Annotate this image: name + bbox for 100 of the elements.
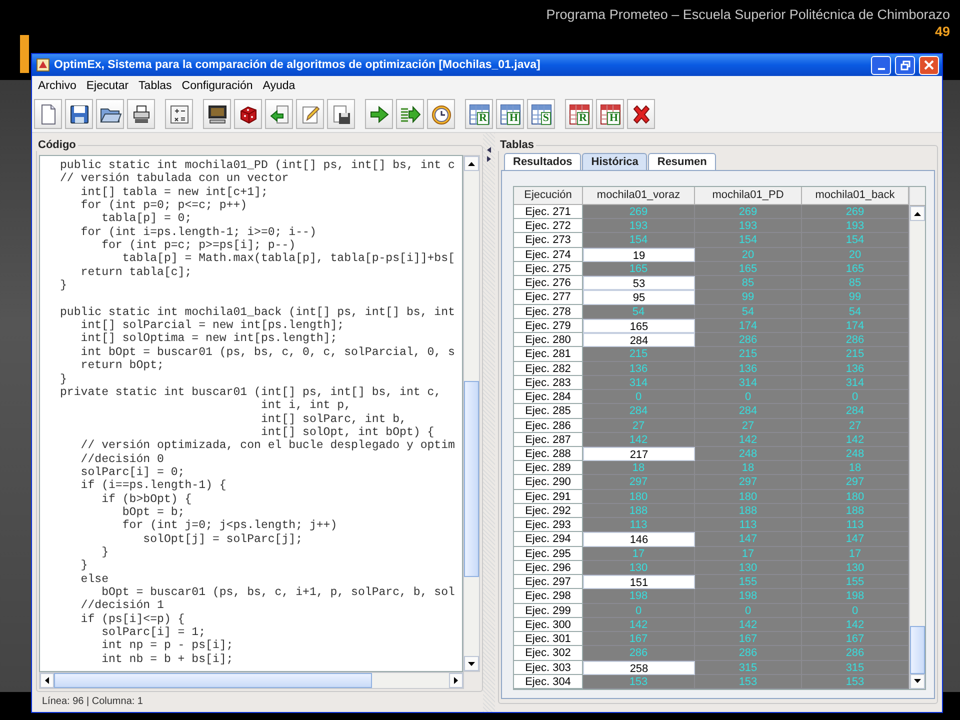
- table-cell: 215: [802, 347, 909, 362]
- toolbar-button[interactable]: [127, 99, 155, 129]
- code-line: else: [80, 572, 109, 586]
- toolbar-button[interactable]: [265, 99, 293, 129]
- code-line: int i, int p,: [260, 399, 352, 413]
- toolbar-button[interactable]: [165, 99, 193, 129]
- row-header: Ejec. 300: [514, 618, 583, 632]
- table-cell: 180: [583, 490, 695, 504]
- toolbar-button[interactable]: [96, 99, 124, 129]
- table-cell: 167: [802, 632, 909, 646]
- table-cell: 113: [583, 518, 695, 532]
- column-header[interactable]: mochila01_back: [802, 187, 909, 205]
- minimize-button[interactable]: [871, 56, 891, 74]
- toolbar-button[interactable]: [203, 99, 231, 129]
- table-cell: 151: [583, 575, 695, 590]
- table-cell: 18: [802, 461, 909, 476]
- restore-icon: [900, 60, 910, 70]
- column-header[interactable]: Ejecución: [514, 187, 583, 205]
- scroll-up-button[interactable]: [910, 206, 925, 221]
- scroll-left-button[interactable]: [40, 673, 54, 688]
- tab[interactable]: Histórica: [582, 153, 648, 170]
- code-line: solParc[i] = 1;: [100, 626, 206, 640]
- table-cell: 180: [802, 490, 909, 504]
- table-cell: 99: [695, 290, 802, 305]
- row-header: Ejec. 291: [514, 490, 583, 504]
- tab[interactable]: Resumen: [648, 153, 716, 170]
- table-cell: 269: [583, 205, 695, 220]
- table-cell: 284: [802, 404, 909, 419]
- code-line: solOpt[j] = solParc[j];: [142, 532, 303, 546]
- toolbar-button[interactable]: [396, 99, 424, 129]
- table-cell: 286: [802, 333, 909, 348]
- toolbar-button[interactable]: [327, 99, 355, 129]
- code-line: for (int p=c; p>=ps[i]; p--): [100, 239, 296, 252]
- toolbar-button[interactable]: R: [565, 99, 593, 129]
- menu-item[interactable]: Ayuda: [258, 80, 302, 92]
- toolbar-button[interactable]: H: [496, 99, 524, 129]
- toolbar-button[interactable]: S: [527, 99, 555, 129]
- document-arrow-icon: [268, 102, 290, 126]
- toolbar-button[interactable]: [234, 99, 262, 129]
- scrollbar[interactable]: [463, 155, 480, 672]
- menu-item[interactable]: Configuración: [178, 80, 259, 92]
- window-title: OptimEx, Sistema para la comparación de algoritmos de optimización [Mochilas_01.java]: [54, 59, 542, 71]
- table-cell: 174: [695, 318, 802, 334]
- menu-item[interactable]: Tablas: [134, 80, 178, 92]
- table-cell: 18: [695, 461, 802, 476]
- code-line: tabla[p] = 0;: [100, 212, 192, 226]
- row-header: Ejec. 301: [514, 632, 583, 646]
- table-cell: 269: [695, 205, 802, 220]
- toolbar-button[interactable]: [65, 99, 93, 129]
- table-cell: 167: [583, 632, 695, 646]
- scroll-down-button[interactable]: [464, 656, 479, 671]
- table-cell: 17: [695, 546, 802, 561]
- arrow-up-icon: [914, 212, 921, 216]
- toolbar-button[interactable]: [365, 99, 393, 129]
- scrollbar-thumb[interactable]: [54, 673, 372, 688]
- row-header: Ejec. 296: [514, 560, 583, 576]
- table-cell: 284: [583, 333, 695, 348]
- row-header: Ejec. 273: [514, 233, 583, 248]
- close-button[interactable]: [919, 56, 939, 74]
- restore-button[interactable]: [895, 56, 915, 74]
- toolbar-button[interactable]: [627, 99, 655, 129]
- row-header: Ejec. 275: [514, 262, 583, 276]
- code-line: //decisión 1: [80, 599, 164, 613]
- toolbar-button[interactable]: H: [596, 99, 624, 129]
- table-cell: 95: [583, 290, 695, 305]
- toolbar-button[interactable]: R: [465, 99, 493, 129]
- menu-item[interactable]: Archivo: [34, 80, 82, 92]
- table-cell: 165: [802, 262, 909, 276]
- scroll-right-button[interactable]: [449, 673, 463, 688]
- code-line: solParc[i] = 0;: [80, 466, 185, 480]
- scrollbar-thumb[interactable]: [910, 626, 925, 674]
- tab[interactable]: Resultados: [504, 153, 582, 170]
- column-header[interactable]: mochila01_voraz: [583, 187, 695, 205]
- code-line: int bOpt = buscar01 (ps, bs, c, 0, c, solParcial, 0, s: [80, 346, 455, 360]
- scrollbar[interactable]: [909, 187, 925, 689]
- table-cell: 284: [583, 404, 695, 419]
- row-header: Ejec. 302: [514, 646, 583, 660]
- scrollbar[interactable]: [39, 672, 464, 689]
- app-icon: [36, 58, 50, 72]
- scroll-up-button[interactable]: [464, 156, 479, 171]
- row-header: Ejec. 297: [514, 575, 583, 590]
- table-cell: 136: [583, 362, 695, 376]
- row-header: Ejec. 295: [514, 546, 583, 561]
- code-line: }: [60, 372, 67, 386]
- collapse-left-icon[interactable]: [487, 147, 491, 153]
- table-cell: 0: [695, 604, 802, 618]
- row-header: Ejec. 292: [514, 504, 583, 518]
- row-header: Ejec. 304: [514, 674, 583, 689]
- table-cell: 27: [695, 418, 802, 433]
- menu-item[interactable]: Ejecutar: [82, 80, 135, 92]
- scroll-down-button[interactable]: [910, 674, 925, 689]
- table-cell: 215: [695, 347, 802, 362]
- code-line: for (int j=0; j<ps.length; j++): [121, 519, 338, 533]
- collapse-right-icon[interactable]: [487, 156, 491, 162]
- table-cell: 297: [695, 475, 802, 490]
- row-header: Ejec. 298: [514, 589, 583, 604]
- table-cell: 198: [802, 589, 909, 604]
- scrollbar-thumb[interactable]: [464, 381, 479, 577]
- column-header[interactable]: mochila01_PD: [695, 187, 802, 205]
- table-cell: 315: [802, 660, 909, 675]
